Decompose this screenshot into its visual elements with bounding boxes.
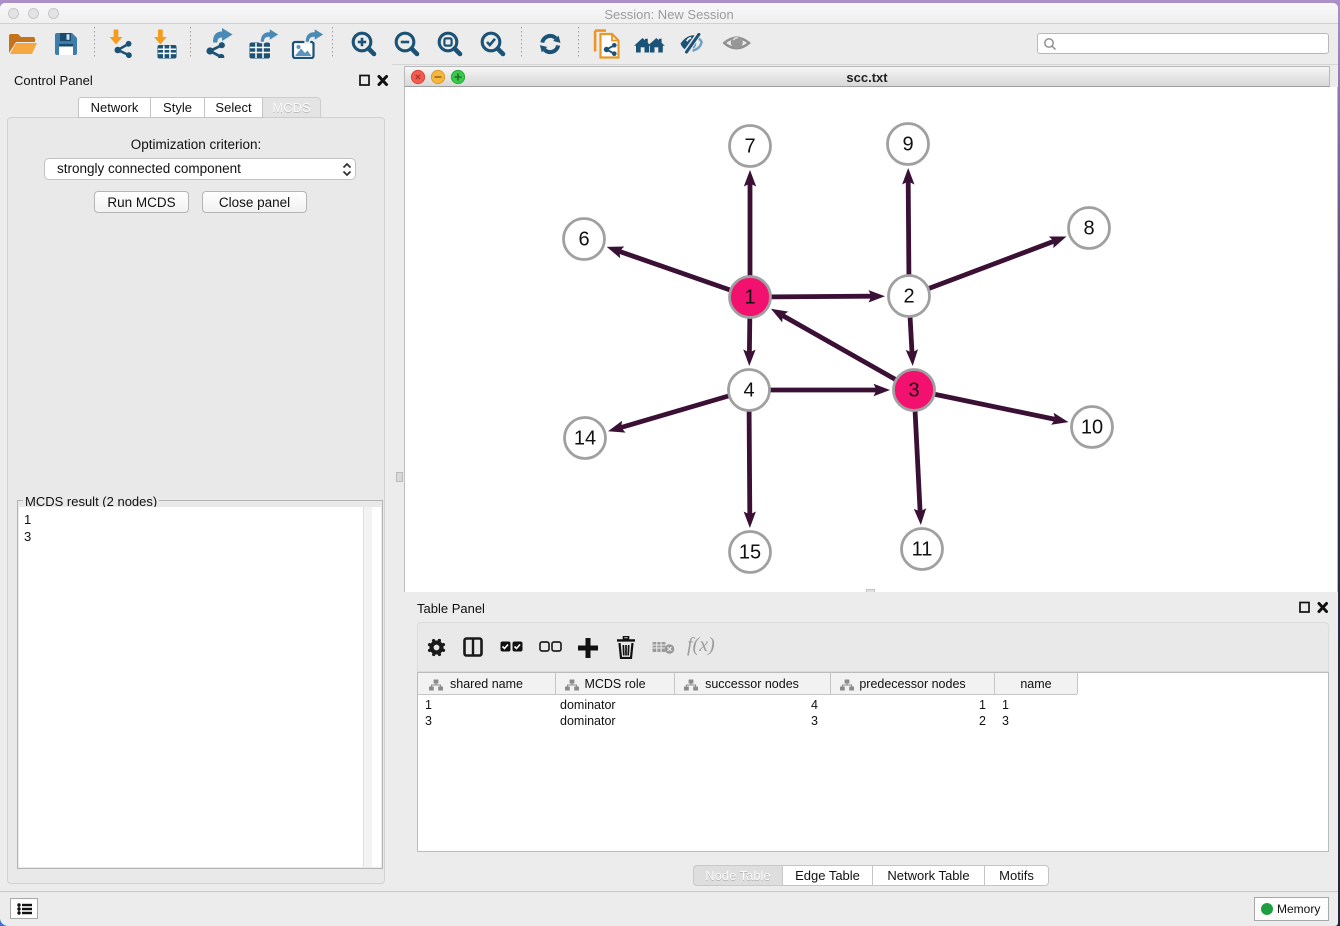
svg-text:3: 3 xyxy=(908,380,919,402)
svg-text:2: 2 xyxy=(903,286,914,308)
svg-text:15: 15 xyxy=(739,542,761,564)
svg-text:1: 1 xyxy=(744,287,755,309)
svg-text:10: 10 xyxy=(1081,417,1103,439)
svg-text:9: 9 xyxy=(902,134,913,156)
svg-text:7: 7 xyxy=(744,136,755,158)
svg-text:4: 4 xyxy=(743,380,754,402)
svg-text:11: 11 xyxy=(912,539,933,561)
svg-text:6: 6 xyxy=(578,229,589,251)
svg-text:14: 14 xyxy=(574,428,596,450)
svg-text:8: 8 xyxy=(1083,218,1094,240)
